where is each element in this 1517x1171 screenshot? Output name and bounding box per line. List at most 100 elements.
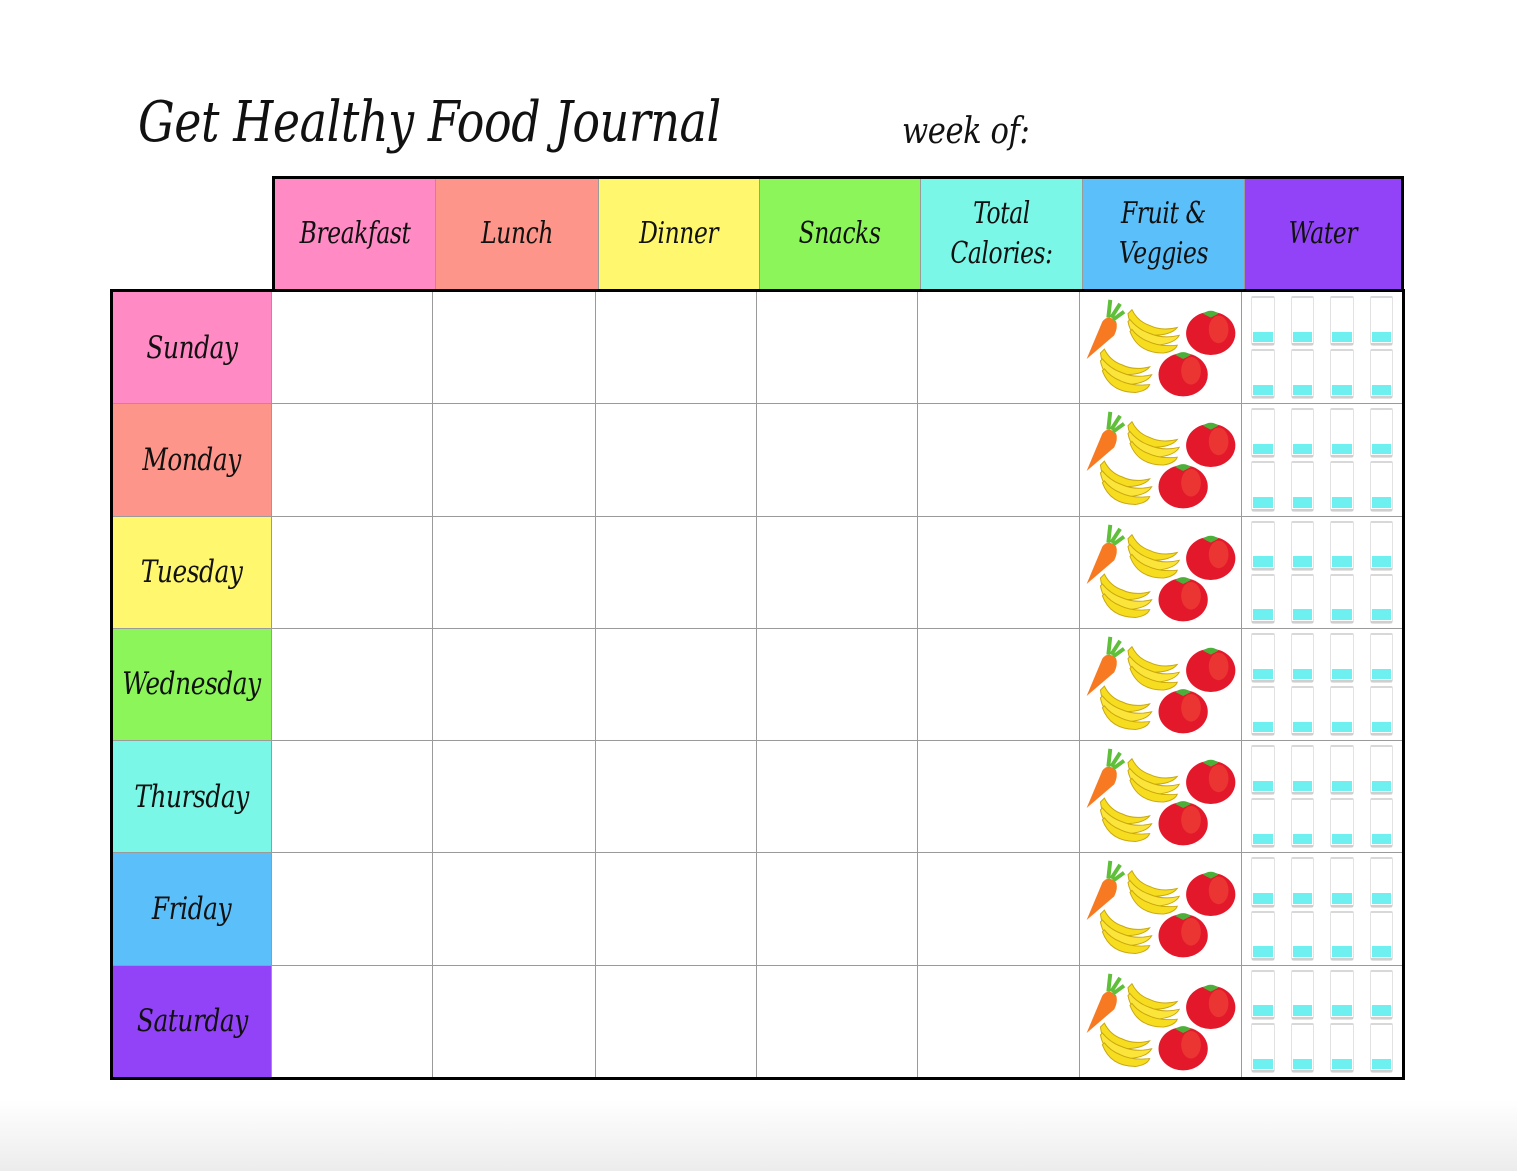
water-glass-checkbox[interactable] (1290, 461, 1314, 512)
water-glass-checkbox[interactable] (1369, 798, 1393, 849)
fruit-veggies-cell[interactable] (1080, 628, 1242, 741)
breakfast-entry-cell[interactable] (272, 853, 433, 965)
dinner-entry-cell[interactable] (596, 404, 757, 516)
lunch-entry-cell[interactable] (433, 292, 596, 404)
total-calories-entry-cell[interactable] (918, 516, 1080, 628)
water-glass-checkbox[interactable] (1251, 573, 1275, 624)
water-glass-checkbox[interactable] (1330, 573, 1354, 624)
lunch-entry-cell[interactable] (433, 741, 596, 853)
water-glass-checkbox[interactable] (1290, 1022, 1314, 1073)
snacks-entry-cell[interactable] (757, 965, 918, 1077)
snacks-entry-cell[interactable] (757, 404, 918, 516)
lunch-entry-cell[interactable] (433, 404, 596, 516)
water-glass-checkbox[interactable] (1330, 632, 1354, 683)
breakfast-entry-cell[interactable] (272, 404, 433, 516)
water-glass-checkbox[interactable] (1251, 798, 1275, 849)
water-glass-checkbox[interactable] (1251, 520, 1275, 571)
dinner-entry-cell[interactable] (596, 741, 757, 853)
water-glass-checkbox[interactable] (1369, 520, 1393, 571)
water-glass-checkbox[interactable] (1251, 349, 1275, 400)
water-glass-checkbox[interactable] (1251, 632, 1275, 683)
snacks-entry-cell[interactable] (757, 853, 918, 965)
water-glass-checkbox[interactable] (1369, 910, 1393, 961)
total-calories-entry-cell[interactable] (918, 853, 1080, 965)
breakfast-entry-cell[interactable] (272, 741, 433, 853)
water-glass-checkbox[interactable] (1330, 1022, 1354, 1073)
water-glass-checkbox[interactable] (1330, 520, 1354, 571)
total-calories-entry-cell[interactable] (918, 741, 1080, 853)
water-glass-checkbox[interactable] (1290, 632, 1314, 683)
water-glass-checkbox[interactable] (1369, 349, 1393, 400)
water-glass-checkbox[interactable] (1330, 798, 1354, 849)
fruit-veggies-cell[interactable] (1080, 965, 1242, 1077)
fruit-veggies-cell[interactable] (1080, 404, 1242, 516)
water-glass-checkbox[interactable] (1251, 408, 1275, 459)
water-glass-checkbox[interactable] (1369, 1022, 1393, 1073)
total-calories-entry-cell[interactable] (918, 965, 1080, 1077)
dinner-entry-cell[interactable] (596, 965, 757, 1077)
water-glass-checkbox[interactable] (1369, 632, 1393, 683)
snacks-entry-cell[interactable] (757, 292, 918, 404)
water-glass-checkbox[interactable] (1290, 745, 1314, 796)
total-calories-entry-cell[interactable] (918, 404, 1080, 516)
lunch-entry-cell[interactable] (433, 853, 596, 965)
breakfast-entry-cell[interactable] (272, 965, 433, 1077)
water-glass-checkbox[interactable] (1290, 910, 1314, 961)
water-glass-checkbox[interactable] (1251, 857, 1275, 908)
water-glass-checkbox[interactable] (1330, 969, 1354, 1020)
water-glass-checkbox[interactable] (1330, 461, 1354, 512)
snacks-entry-cell[interactable] (757, 516, 918, 628)
water-glass-checkbox[interactable] (1369, 408, 1393, 459)
water-glass-checkbox[interactable] (1251, 685, 1275, 737)
water-glass-checkbox[interactable] (1251, 745, 1275, 796)
snacks-entry-cell[interactable] (757, 741, 918, 853)
fruit-veggies-cell[interactable] (1080, 741, 1242, 853)
water-glass-checkbox[interactable] (1369, 461, 1393, 512)
total-calories-entry-cell[interactable] (918, 292, 1080, 404)
water-glass-checkbox[interactable] (1330, 910, 1354, 961)
water-glass-checkbox[interactable] (1330, 857, 1354, 908)
water-glass-checkbox[interactable] (1290, 685, 1314, 737)
water-glass-checkbox[interactable] (1369, 296, 1393, 347)
fruit-veggies-cell[interactable] (1080, 292, 1242, 404)
water-glass-checkbox[interactable] (1290, 296, 1314, 347)
lunch-entry-cell[interactable] (433, 516, 596, 628)
water-glass-checkbox[interactable] (1330, 685, 1354, 737)
water-glass-checkbox[interactable] (1330, 745, 1354, 796)
water-glass-checkbox[interactable] (1290, 520, 1314, 571)
water-glass-checkbox[interactable] (1369, 685, 1393, 737)
dinner-entry-cell[interactable] (596, 516, 757, 628)
water-glass-checkbox[interactable] (1251, 910, 1275, 961)
lunch-entry-cell[interactable] (433, 965, 596, 1077)
water-glass-checkbox[interactable] (1369, 857, 1393, 908)
fruit-veggies-cell[interactable] (1080, 853, 1242, 965)
water-glass-checkbox[interactable] (1251, 969, 1275, 1020)
water-glass-checkbox[interactable] (1290, 408, 1314, 459)
water-glass-checkbox[interactable] (1290, 798, 1314, 849)
water-glass-checkbox[interactable] (1369, 969, 1393, 1020)
water-glass-checkbox[interactable] (1330, 408, 1354, 459)
total-calories-entry-cell[interactable] (918, 628, 1080, 741)
water-glass-checkbox[interactable] (1290, 349, 1314, 400)
dinner-entry-cell[interactable] (596, 628, 757, 741)
lunch-entry-cell[interactable] (433, 628, 596, 741)
water-level (1332, 893, 1352, 904)
water-glass-checkbox[interactable] (1290, 857, 1314, 908)
water-glass-checkbox[interactable] (1251, 296, 1275, 347)
breakfast-entry-cell[interactable] (272, 292, 433, 404)
dinner-entry-cell[interactable] (596, 292, 757, 404)
snacks-entry-cell[interactable] (757, 628, 918, 741)
breakfast-entry-cell[interactable] (272, 516, 433, 628)
dinner-entry-cell[interactable] (596, 853, 757, 965)
water-glass-checkbox[interactable] (1369, 573, 1393, 624)
water-glass-checkbox[interactable] (1330, 296, 1354, 347)
fruit-veggies-cell[interactable] (1080, 516, 1242, 628)
water-glass-checkbox[interactable] (1290, 969, 1314, 1020)
glass-base (1291, 620, 1313, 623)
water-glass-checkbox[interactable] (1290, 573, 1314, 624)
water-glass-checkbox[interactable] (1330, 349, 1354, 400)
water-glass-checkbox[interactable] (1251, 1022, 1275, 1073)
water-glass-checkbox[interactable] (1369, 745, 1393, 796)
water-glass-checkbox[interactable] (1251, 461, 1275, 512)
breakfast-entry-cell[interactable] (272, 628, 433, 741)
